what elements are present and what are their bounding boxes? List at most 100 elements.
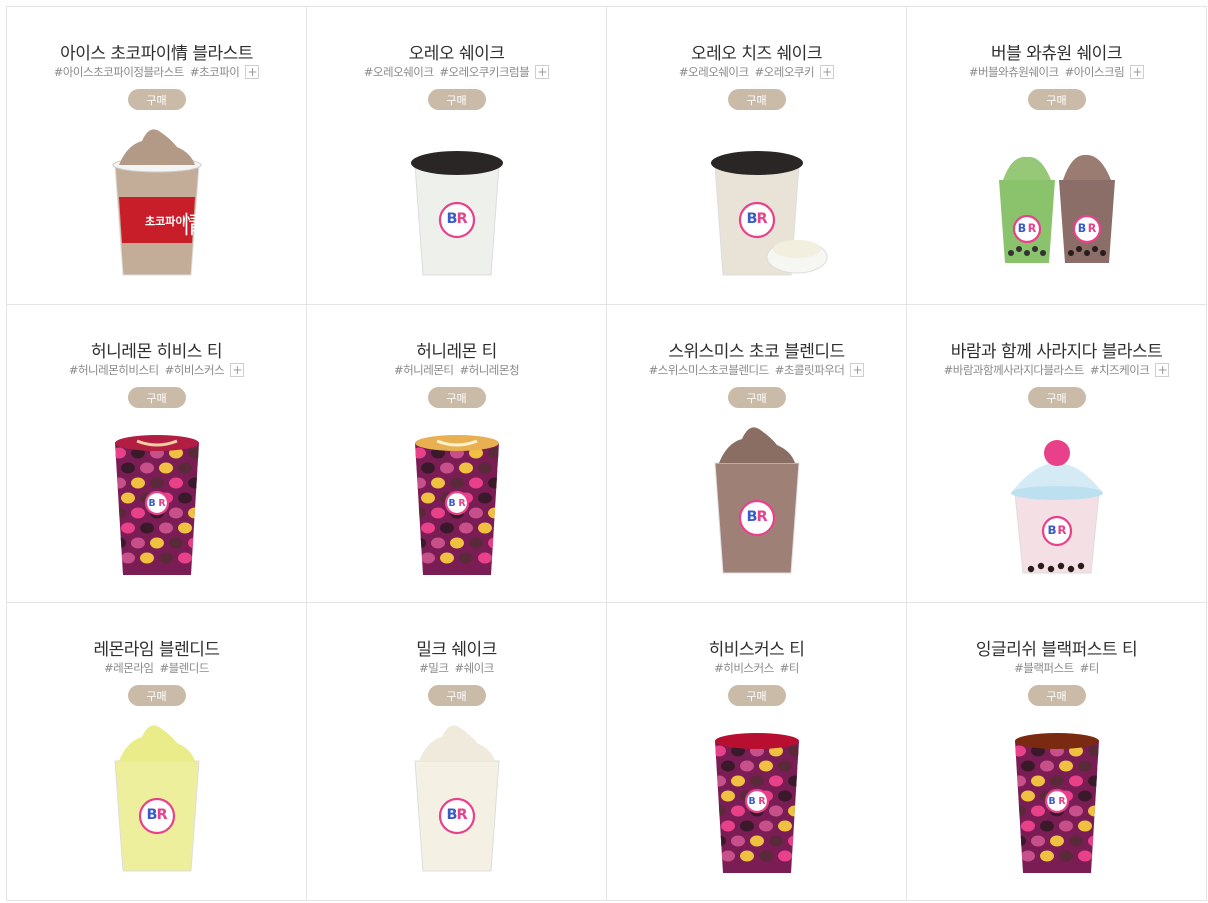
hashtag[interactable]: #버블와츄원쉐이크 xyxy=(969,64,1059,80)
product-title[interactable]: 오레오 쉐이크 xyxy=(307,39,606,64)
product-title[interactable]: 허니레몬 히비스 티 xyxy=(7,337,306,362)
svg-text:B: B xyxy=(148,498,155,509)
hashtag[interactable]: #오레오쉐이크 xyxy=(679,64,749,80)
buy-button[interactable]: 구매 xyxy=(127,387,186,408)
product-tags: #바람과함께사라지다블라스트 #치즈케이크 + xyxy=(907,362,1206,378)
lemon-blended-drink-image[interactable]: B R xyxy=(67,721,247,881)
hashtag[interactable]: #치즈케이크 xyxy=(1090,362,1150,378)
hashtag[interactable]: #허니레몬히비스티 xyxy=(69,362,159,378)
product-card-9[interactable]: 레몬라임 블렌디드 #레몬라임 #블렌디드 구매 B R xyxy=(7,603,307,901)
hashtag[interactable]: #티 xyxy=(780,660,800,676)
br-logo-icon: B R xyxy=(1072,214,1101,244)
hashtag[interactable]: #티 xyxy=(1080,660,1100,676)
product-card-11[interactable]: 히비스커스 티 #히비스커스 #티 구매 B R xyxy=(607,603,907,901)
buy-button[interactable]: 구매 xyxy=(1027,387,1086,408)
product-card-12[interactable]: 잉글리쉬 블랙퍼스트 티 #블랙퍼스트 #티 구매 B R xyxy=(907,603,1207,901)
tea-brown-drink-image[interactable]: B R xyxy=(967,721,1147,881)
hashtag[interactable]: #쉐이크 xyxy=(454,660,494,676)
svg-text:R: R xyxy=(458,498,466,509)
more-tags-plus-icon[interactable]: + xyxy=(535,65,550,79)
buy-button[interactable]: 구매 xyxy=(427,89,486,110)
blast-chocopie-drink-image[interactable]: 초코파이情 xyxy=(67,125,247,285)
more-tags-plus-icon[interactable]: + xyxy=(820,65,835,79)
product-tags: #레몬라임 #블렌디드 xyxy=(7,660,306,676)
buy-button[interactable]: 구매 xyxy=(427,387,486,408)
buy-button[interactable]: 구매 xyxy=(1027,685,1086,706)
product-title[interactable]: 레몬라임 블렌디드 xyxy=(7,635,306,660)
buy-button[interactable]: 구매 xyxy=(127,685,186,706)
svg-text:B: B xyxy=(1048,796,1055,807)
br-logo-icon: B R xyxy=(444,490,469,516)
product-card-1[interactable]: 아이스 초코파이情 블라스트 #아이스초코파이정블라스트 #초코파이 + 구매 초코… xyxy=(7,7,307,305)
tea-red-drink-image[interactable]: B R xyxy=(667,721,847,881)
hashtag[interactable]: #바람과함께사라지다블라스트 xyxy=(944,362,1085,378)
svg-text:R: R xyxy=(156,807,167,823)
product-title[interactable]: 바람과 함께 사라지다 블라스트 xyxy=(907,337,1206,362)
br-logo-icon: B R xyxy=(438,201,475,239)
hashtag[interactable]: #밀크 xyxy=(419,660,449,676)
more-tags-plus-icon[interactable]: + xyxy=(230,363,245,377)
buy-button[interactable]: 구매 xyxy=(727,89,786,110)
product-title[interactable]: 오레오 치즈 쉐이크 xyxy=(607,39,906,64)
hashtag[interactable]: #초콜릿파우더 xyxy=(775,362,845,378)
product-title[interactable]: 히비스커스 티 xyxy=(607,635,906,660)
hashtag[interactable]: #히비스커스 xyxy=(165,362,225,378)
buy-button[interactable]: 구매 xyxy=(127,89,186,110)
oreo-cheese-shake-drink-image[interactable]: B R xyxy=(667,125,847,285)
svg-text:R: R xyxy=(456,211,467,227)
product-card-4[interactable]: 버블 와츄원 쉐이크 #버블와츄원쉐이크 #아이스크림 + 구매 B R B R xyxy=(907,7,1207,305)
hot-yellow-drink-image[interactable]: B R xyxy=(367,423,547,583)
product-card-7[interactable]: 스위스미스 초코 블렌디드 #스위스미스초코블렌디드 #초콜릿파우더 + 구매 B … xyxy=(607,305,907,603)
bubble-shake-drink-image[interactable]: B R B R xyxy=(967,125,1147,285)
hot-red-drink-image[interactable]: B R xyxy=(67,423,247,583)
product-card-8[interactable]: 바람과 함께 사라지다 블라스트 #바람과함께사라지다블라스트 #치즈케이크 + 구… xyxy=(907,305,1207,603)
product-title[interactable]: 밀크 쉐이크 xyxy=(307,635,606,660)
hashtag[interactable]: #아이스초코파이정블라스트 xyxy=(54,64,185,80)
product-card-3[interactable]: 오레오 치즈 쉐이크 #오레오쉐이크 #오레오쿠키 + 구매 B R xyxy=(607,7,907,305)
hashtag[interactable]: #블랙퍼스트 xyxy=(1014,660,1074,676)
hashtag[interactable]: #오레오쉐이크 xyxy=(364,64,434,80)
br-logo-icon: B R xyxy=(738,499,775,537)
dome-blast-drink-image[interactable]: B R xyxy=(967,423,1147,583)
more-tags-plus-icon[interactable]: + xyxy=(850,363,865,377)
br-logo-icon: B R xyxy=(144,490,169,516)
svg-text:R: R xyxy=(456,807,467,823)
svg-text:R: R xyxy=(1087,222,1096,235)
svg-text:R: R xyxy=(756,211,767,227)
product-title[interactable]: 허니레몬 티 xyxy=(307,337,606,362)
svg-text:R: R xyxy=(1027,222,1036,235)
oreo-shake-drink-image[interactable]: B R xyxy=(367,125,547,285)
hashtag[interactable]: #허니레몬티 xyxy=(394,362,454,378)
product-title[interactable]: 아이스 초코파이情 블라스트 xyxy=(7,39,306,64)
hashtag[interactable]: #블렌디드 xyxy=(160,660,210,676)
more-tags-plus-icon[interactable]: + xyxy=(1155,363,1170,377)
product-title[interactable]: 스위스미스 초코 블렌디드 xyxy=(607,337,906,362)
hashtag[interactable]: #레몬라임 xyxy=(104,660,154,676)
product-title[interactable]: 잉글리쉬 블랙퍼스트 티 xyxy=(907,635,1206,660)
more-tags-plus-icon[interactable]: + xyxy=(1130,65,1145,79)
more-tags-plus-icon[interactable]: + xyxy=(245,65,260,79)
product-title[interactable]: 버블 와츄원 쉐이크 xyxy=(907,39,1206,64)
hashtag[interactable]: #히비스커스 xyxy=(714,660,774,676)
svg-text:R: R xyxy=(1058,796,1066,807)
buy-button[interactable]: 구매 xyxy=(1027,89,1086,110)
hashtag[interactable]: #스위스미스초코블렌디드 xyxy=(649,362,770,378)
hashtag[interactable]: #초코파이 xyxy=(190,64,240,80)
milk-shake-drink-image[interactable]: B R xyxy=(367,721,547,881)
svg-text:B: B xyxy=(748,796,755,807)
product-card-10[interactable]: 밀크 쉐이크 #밀크 #쉐이크 구매 B R xyxy=(307,603,607,901)
br-logo-icon: B R xyxy=(438,797,475,835)
product-tags: #허니레몬티 #허니레몬청 xyxy=(307,362,606,378)
buy-button[interactable]: 구매 xyxy=(727,387,786,408)
product-card-6[interactable]: 허니레몬 티 #허니레몬티 #허니레몬청 구매 B R xyxy=(307,305,607,603)
hashtag[interactable]: #허니레몬청 xyxy=(460,362,520,378)
product-card-2[interactable]: 오레오 쉐이크 #오레오쉐이크 #오레오쿠키크럼블 + 구매 B R xyxy=(307,7,607,305)
hashtag[interactable]: #오레오쿠키크럼블 xyxy=(439,64,529,80)
buy-button[interactable]: 구매 xyxy=(427,685,486,706)
hashtag[interactable]: #오레오쿠키 xyxy=(755,64,815,80)
hashtag[interactable]: #아이스크림 xyxy=(1065,64,1125,80)
choco-blended-drink-image[interactable]: B R xyxy=(667,423,847,583)
product-card-5[interactable]: 허니레몬 히비스 티 #허니레몬히비스티 #히비스커스 + 구매 B R xyxy=(7,305,307,603)
buy-button[interactable]: 구매 xyxy=(727,685,786,706)
product-tags: #스위스미스초코블렌디드 #초콜릿파우더 + xyxy=(607,362,906,378)
